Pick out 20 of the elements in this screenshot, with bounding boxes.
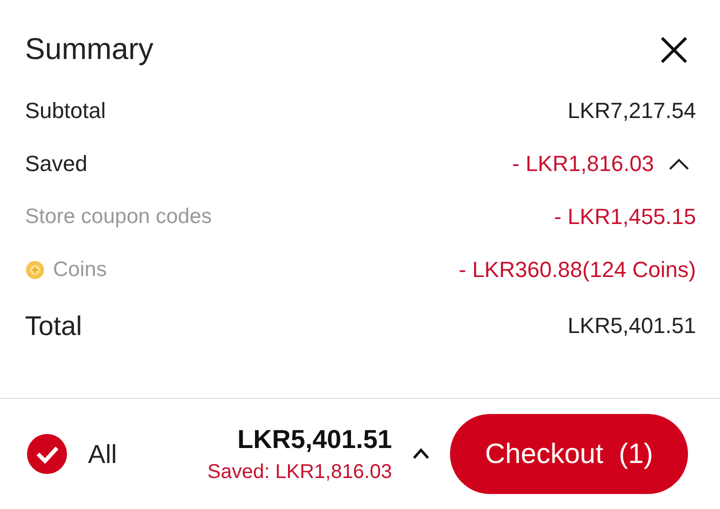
caret-icon[interactable]: [412, 448, 430, 460]
close-icon[interactable]: [660, 36, 688, 64]
summary-amount: - LKR1,455.15: [554, 204, 696, 230]
summary-label: Saved: [25, 150, 88, 176]
checkbox[interactable]: [26, 433, 68, 475]
summary-title: Summary: [25, 33, 154, 67]
summary-amount: LKR5,401.51: [568, 313, 696, 339]
summary-label: Subtotal: [25, 98, 106, 124]
summary-label: Store coupon codes: [25, 204, 212, 228]
caret-icon[interactable]: [668, 156, 690, 170]
checkout-button[interactable]: Checkout (1): [450, 414, 688, 494]
select-all-label[interactable]: All: [88, 438, 117, 470]
summary-label: Total: [25, 310, 82, 342]
coin-icon: [25, 260, 45, 280]
summary-amount: - LKR1,816.03: [512, 150, 654, 176]
summary-amount: - LKR360.88(124 Coins): [458, 256, 696, 282]
footer-total: LKR5,401.51: [237, 424, 392, 455]
footer-saved: Saved: LKR1,816.03: [207, 461, 392, 484]
summary-amount: LKR7,217.54: [568, 98, 696, 124]
summary-label: Coins: [53, 258, 107, 282]
